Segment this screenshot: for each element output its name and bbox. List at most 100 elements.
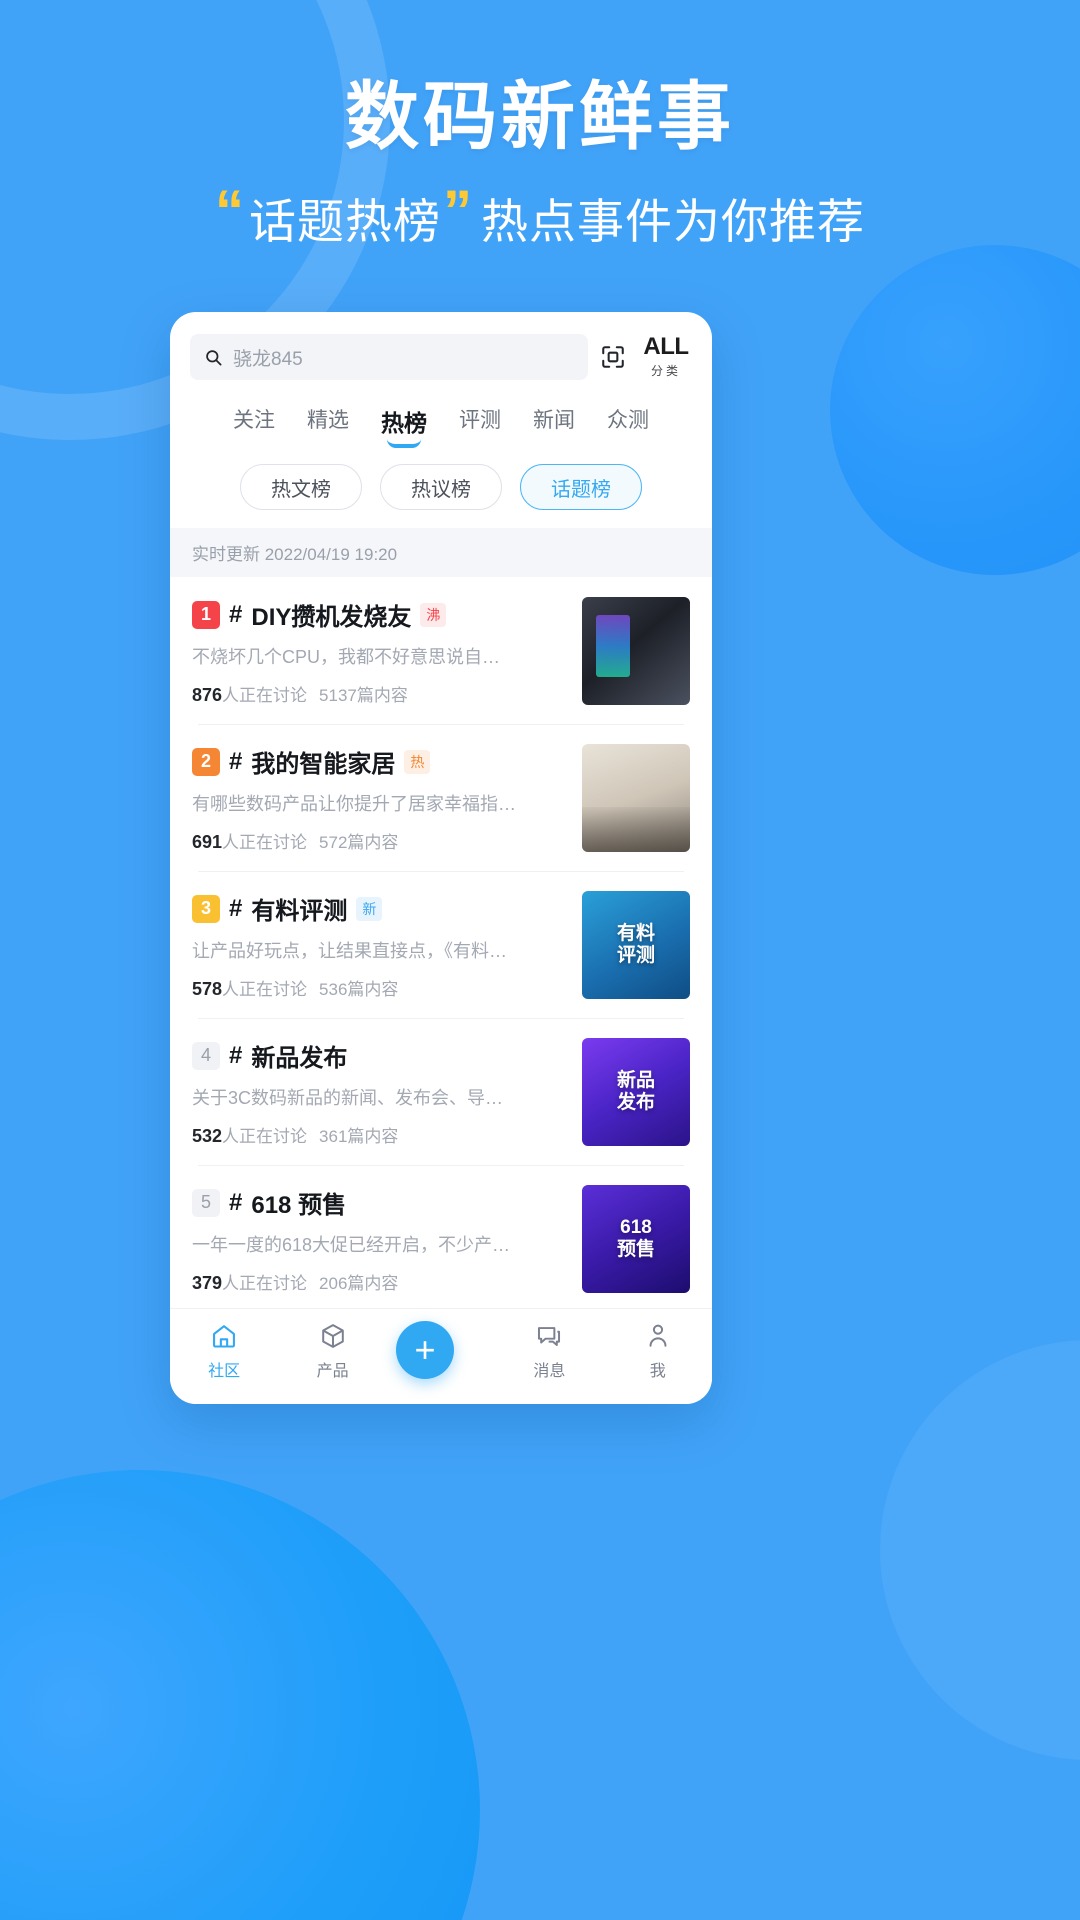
rank-badge: 5 [192,1188,220,1217]
list-item[interactable]: 2 # 我的智能家居 热 有哪些数码产品让你提升了居家幸福指… 691人正在讨论… [170,724,712,871]
topic-title: DIY攒机发烧友 [251,604,412,631]
rank-badge: 2 [192,747,220,776]
discusser-count: 578 [192,979,223,999]
topic-title-line: 1 # DIY攒机发烧友 沸 [192,597,568,632]
user-icon [613,1319,703,1353]
topic-thumbnail[interactable] [582,744,690,852]
topic-title: 有料评测 [251,898,348,925]
tab-pingce[interactable]: 评测 [459,404,501,450]
hero-subtitle-rest: 热点事件为你推荐 [481,195,865,249]
add-post-button[interactable]: + [395,1321,454,1379]
nav-label-messages: 消息 [533,1363,566,1380]
search-header: 骁龙845 ALL 分类 [170,312,712,390]
discusser-count: 532 [192,1126,223,1146]
topic-title: 我的智能家居 [251,751,396,778]
topic-thumbnail[interactable]: 新品 发布 [582,1038,690,1146]
topic-stats: 691人正在讨论 572篇内容 [192,828,568,853]
tab-rebang-label: 热榜 [381,410,427,436]
discuss-label: 人正在讨论 [222,833,308,852]
tab-jingxuan[interactable]: 精选 [307,404,349,450]
circle-blob-faint [880,1340,1080,1760]
hash-icon: # [229,894,243,922]
status-badge: 热 [404,749,431,774]
rank-badge: 1 [192,600,220,629]
list-item[interactable]: 1 # DIY攒机发烧友 沸 不烧坏几个CPU，我都不好意思说自… 876人正在… [170,577,712,724]
topic-title-line: 5 # 618 预售 [192,1185,568,1220]
phone-mockup: 骁龙845 ALL 分类 关注 精选 热榜 评测 新闻 众测 热文榜 热议榜 话… [170,312,712,1404]
update-timestamp: 实时更新 2022/04/19 19:20 [170,528,712,577]
hero-subtitle: “ 话题热榜 ” 热点事件为你推荐 [0,178,1080,252]
topic-thumbnail[interactable]: 618 预售 [582,1185,690,1293]
hero-title: 数码新鲜事 [345,75,735,158]
hero-subtitle-quoted: 话题热榜 [249,195,441,249]
topic-description: 让产品好玩点，让结果直接点，《有料… [192,941,507,961]
topic-thumbnail[interactable]: 有料 评测 [582,891,690,999]
topic-title-line: 4 # 新品发布 [192,1038,568,1073]
list-item[interactable]: 4 # 新品发布 关于3C数码新品的新闻、发布会、导… 532人正在讨论 361篇… [170,1018,712,1165]
nav-item-community[interactable]: 社区 [179,1319,269,1381]
topic-stats: 379人正在讨论 206篇内容 [192,1269,568,1294]
article-count: 572篇内容 [319,833,399,852]
all-label: ALL [643,333,689,360]
list-item[interactable]: 3 # 有料评测 新 让产品好玩点，让结果直接点，《有料… 578人正在讨论 53… [170,871,712,1018]
thumbnail-label: 新品 发布 [616,1070,655,1113]
rank-badge: 4 [192,1041,220,1070]
topic-title: 新品发布 [251,1045,348,1072]
topic-stats: 578人正在讨论 536篇内容 [192,975,568,1000]
nav-label-community: 社区 [208,1363,241,1380]
search-input[interactable]: 骁龙845 [190,334,588,380]
article-count: 536篇内容 [319,980,399,999]
tab-rebang[interactable]: 热榜 [381,404,427,450]
tab-guanzhu[interactable]: 关注 [233,404,275,450]
nav-item-messages[interactable]: 消息 [504,1319,594,1381]
topic-title-line: 2 # 我的智能家居 热 [192,744,568,779]
tab-bar: 关注 精选 热榜 评测 新闻 众测 [170,390,712,454]
topic-list: 1 # DIY攒机发烧友 沸 不烧坏几个CPU，我都不好意思说自… 876 人正在… [170,577,712,1308]
discuss-label: 人正在讨论 [222,980,308,999]
status-badge: 沸 [420,602,447,627]
nav-item-create[interactable]: + [395,1319,486,1379]
topic-description: 关于3C数码新品的新闻、发布会、导… [192,1088,504,1108]
circle-blob-bottom [0,1470,480,1920]
article-count: 206篇内容 [319,1274,399,1293]
rank-badge: 3 [192,894,220,923]
nav-item-profile[interactable]: 我 [613,1319,703,1381]
scan-code-icon[interactable] [600,344,626,370]
discusser-count: 876 [192,685,223,705]
topic-description: 有哪些数码产品让你提升了居家幸福指… [192,794,516,814]
chip-rewenbang[interactable]: 热文榜 [240,464,362,510]
thumbnail-label: 有料 评测 [616,923,655,966]
discuss-label: 人正在讨论 [222,1127,308,1146]
status-badge: 新 [356,896,383,921]
thumbnail-label: 618 预售 [616,1217,655,1260]
tab-active-underline [387,439,421,448]
topic-stats: 532人正在讨论 361篇内容 [192,1122,568,1147]
hash-icon: # [229,1188,243,1216]
hash-icon: # [229,747,243,775]
search-query-text: 骁龙845 [233,348,303,370]
circle-blob-right [830,245,1080,575]
topic-description: 不烧坏几个CPU，我都不好意思说自… [192,647,501,667]
chip-reyibang[interactable]: 热议榜 [380,464,502,510]
chip-huatibang[interactable]: 话题榜 [520,464,642,510]
message-icon [504,1319,594,1353]
box-icon [288,1319,378,1353]
topic-title-line: 3 # 有料评测 新 [192,891,568,926]
quote-open-icon: “ [215,178,245,244]
hash-icon: # [229,1041,243,1069]
quote-close-icon: ” [443,178,473,244]
discusser-count: 379 [192,1273,223,1293]
article-count: 361篇内容 [319,1127,399,1146]
all-sublabel: 分类 [650,364,681,378]
search-icon [206,349,222,365]
tab-xinwen[interactable]: 新闻 [533,404,575,450]
bottom-navigation: 社区 产品 + 消息 我 [170,1308,712,1404]
topic-title: 618 预售 [251,1192,347,1219]
nav-item-products[interactable]: 产品 [288,1319,378,1381]
discusser-count: 691 [192,832,223,852]
tab-zhongce[interactable]: 众测 [607,404,649,450]
home-icon [179,1319,269,1353]
topic-thumbnail[interactable] [582,597,690,705]
all-categories-button[interactable]: ALL 分类 [640,335,692,379]
list-item[interactable]: 5 # 618 预售 一年一度的618大促已经开启，不少产… 379人正在讨论 2… [170,1165,712,1308]
